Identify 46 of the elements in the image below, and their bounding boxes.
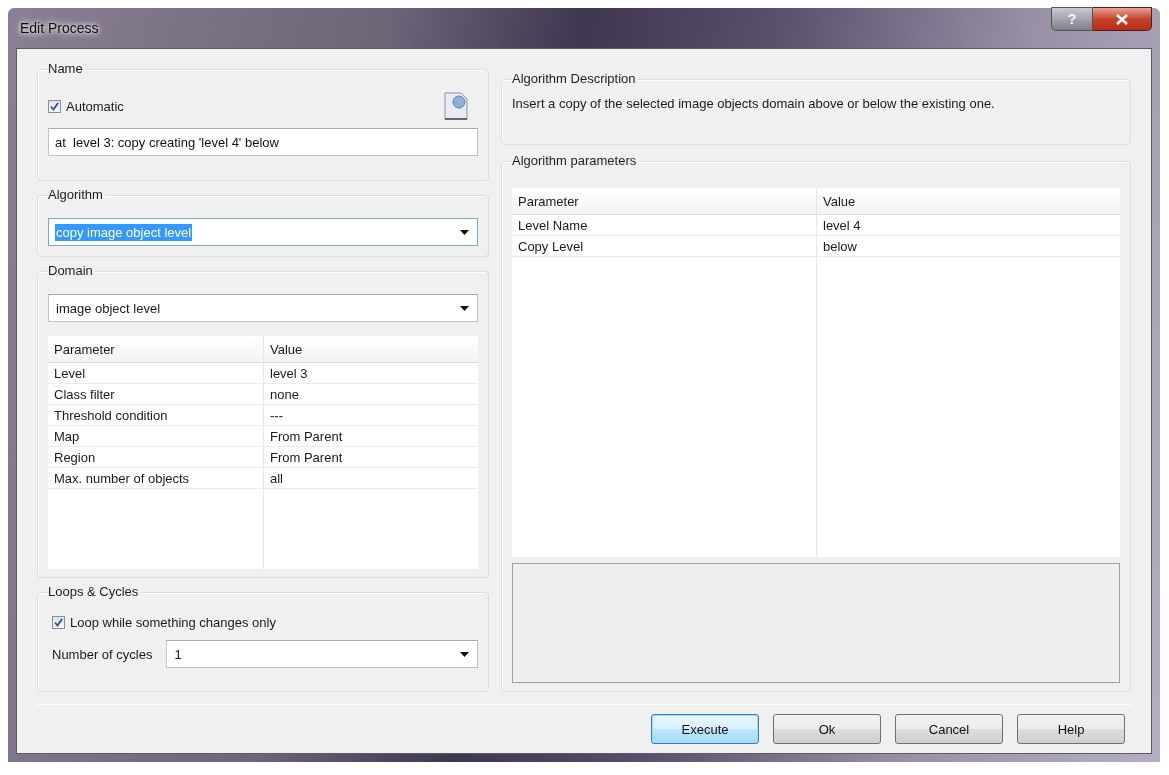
table-cell-text: Level — [53, 364, 87, 383]
group-label: Algorithm Description — [512, 71, 638, 86]
dialog-button[interactable]: Ok — [773, 714, 881, 744]
table-cell-text: Copy Level — [517, 237, 585, 256]
table-cell-text: Map — [53, 427, 81, 446]
table-cell: below — [816, 236, 1120, 256]
table-cell-text: Threshold condition — [53, 406, 169, 425]
group-label: Algorithm parameters — [512, 153, 639, 168]
table-cell: none — [263, 384, 478, 404]
window-title: Edit Process — [20, 20, 99, 36]
dropdown-arrow-icon[interactable] — [460, 305, 469, 311]
group-label: Algorithm — [48, 187, 105, 202]
table-cell: From Parent — [263, 447, 478, 467]
checkbox-label: Automatic — [66, 98, 124, 114]
column-header[interactable]: Parameter — [512, 188, 816, 214]
table-cell-text: Max. number of objects — [53, 469, 191, 488]
group-label: Name — [48, 61, 85, 76]
dropdown-field[interactable]: 1 — [166, 640, 478, 668]
column-header[interactable]: Value — [816, 188, 1120, 214]
document-icon[interactable] — [444, 92, 468, 120]
group-label: Loops & Cycles — [48, 584, 141, 599]
dropdown-arrow-icon[interactable] — [460, 651, 469, 657]
description-text: Insert a copy of the selected image objects domain above or below the existing one. — [512, 96, 996, 111]
dropdown-arrow-icon[interactable] — [460, 229, 469, 235]
column-header[interactable]: Value — [263, 336, 478, 362]
table-cell-text: Level Name — [517, 216, 589, 235]
dropdown-field[interactable]: image object level — [48, 294, 478, 322]
table-cell: level 3 — [263, 363, 478, 383]
dialog-button[interactable]: Execute — [651, 714, 759, 744]
checkbox-label: Loop while something changes only — [70, 615, 276, 630]
dialog-button[interactable]: Cancel — [895, 714, 1003, 744]
field-label: Number of cycles — [52, 646, 153, 662]
close-button[interactable] — [1093, 7, 1152, 31]
table-cell-text: Class filter — [53, 385, 116, 404]
close-icon — [1116, 13, 1128, 25]
checkbox[interactable] — [52, 616, 65, 629]
table-cell: level 4 — [816, 215, 1120, 235]
dialog-button[interactable]: Help — [1017, 714, 1125, 744]
table-cell-text: Region — [53, 448, 97, 467]
group-label: Domain — [48, 263, 95, 278]
table-cell: From Parent — [263, 426, 478, 446]
table-cell: all — [263, 468, 478, 488]
checkbox[interactable] — [48, 99, 61, 113]
column-header[interactable]: Parameter — [48, 336, 263, 362]
name-field[interactable]: at level 3: copy creating 'level 4' below — [48, 128, 478, 156]
table-cell: --- — [263, 405, 478, 425]
